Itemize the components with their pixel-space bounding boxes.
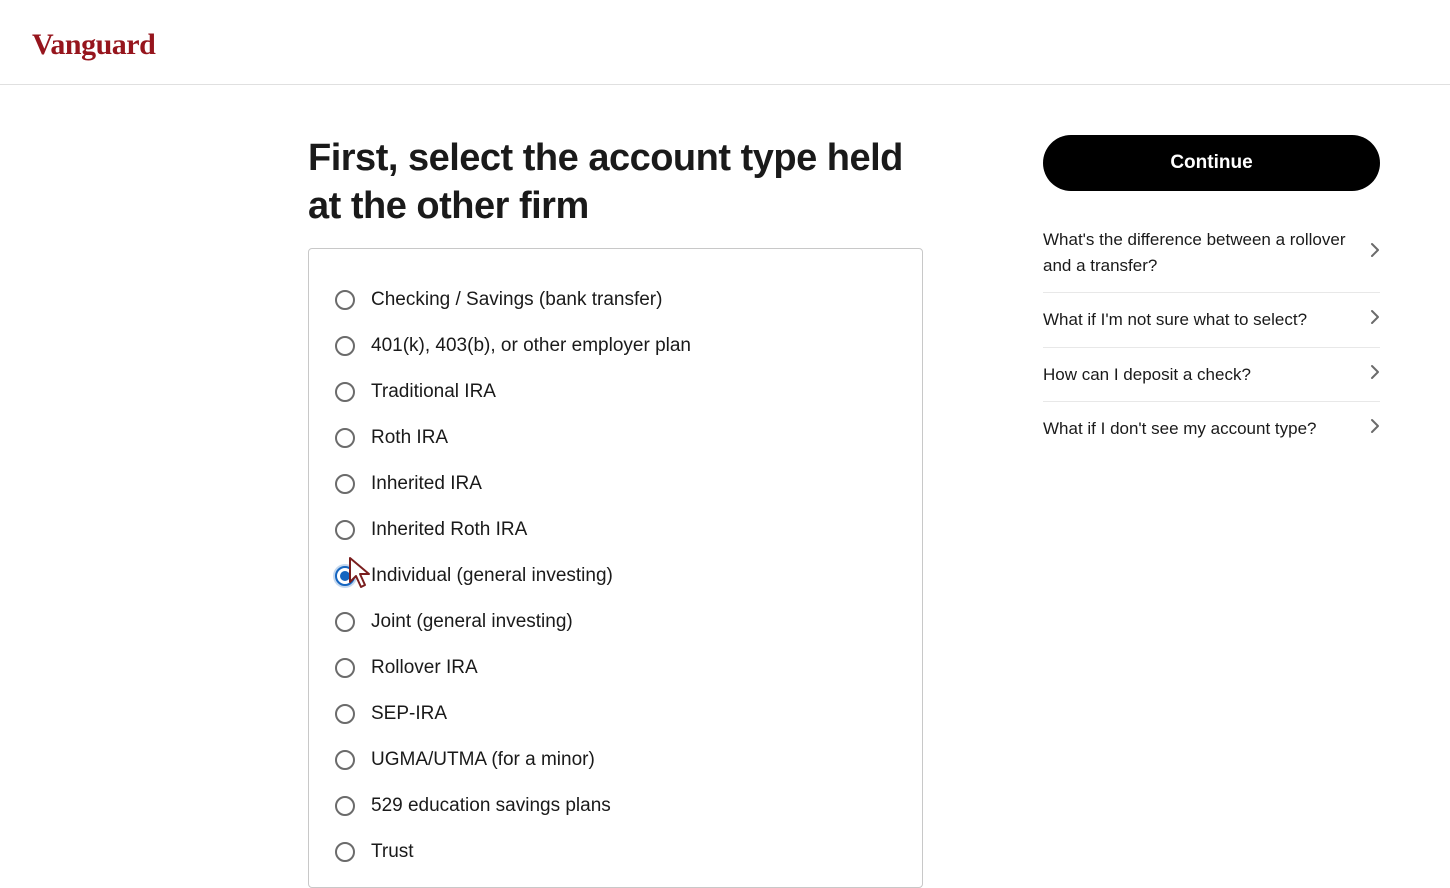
vanguard-logo: Vanguard: [32, 28, 1418, 62]
faq-item[interactable]: How can I deposit a check?: [1043, 348, 1380, 403]
radio-icon[interactable]: [335, 612, 355, 632]
sidebar: Continue What's the difference between a…: [1043, 135, 1380, 888]
content-container: First, select the account type held at t…: [0, 85, 1450, 888]
account-type-label: Inherited IRA: [371, 473, 482, 495]
account-type-option[interactable]: Inherited IRA: [335, 461, 896, 507]
account-type-label: Traditional IRA: [371, 381, 496, 403]
page-header: Vanguard: [0, 0, 1450, 85]
faq-text: How can I deposit a check?: [1043, 362, 1269, 388]
account-type-option[interactable]: 401(k), 403(b), or other employer plan: [335, 323, 896, 369]
account-type-option[interactable]: Checking / Savings (bank transfer): [335, 277, 896, 323]
account-type-label: Individual (general investing): [371, 565, 613, 587]
radio-icon[interactable]: [335, 566, 355, 586]
account-type-label: Roth IRA: [371, 427, 448, 449]
chevron-right-icon: [1370, 309, 1380, 330]
faq-text: What's the difference between a rollover…: [1043, 227, 1370, 278]
radio-icon[interactable]: [335, 704, 355, 724]
faq-item[interactable]: What if I'm not sure what to select?: [1043, 293, 1380, 348]
radio-icon[interactable]: [335, 750, 355, 770]
account-type-option[interactable]: Individual (general investing): [335, 553, 896, 599]
radio-icon[interactable]: [335, 382, 355, 402]
account-type-label: Rollover IRA: [371, 657, 478, 679]
account-type-option[interactable]: 529 education savings plans: [335, 783, 896, 829]
chevron-right-icon: [1370, 418, 1380, 439]
radio-icon[interactable]: [335, 428, 355, 448]
faq-item[interactable]: What's the difference between a rollover…: [1043, 213, 1380, 293]
faq-list: What's the difference between a rollover…: [1043, 213, 1380, 456]
radio-icon[interactable]: [335, 796, 355, 816]
faq-item[interactable]: What if I don't see my account type?: [1043, 402, 1380, 456]
account-type-label: 529 education savings plans: [371, 795, 611, 817]
radio-icon[interactable]: [335, 336, 355, 356]
account-type-option[interactable]: Roth IRA: [335, 415, 896, 461]
account-type-label: 401(k), 403(b), or other employer plan: [371, 335, 691, 357]
account-type-label: UGMA/UTMA (for a minor): [371, 749, 595, 771]
chevron-right-icon: [1370, 364, 1380, 385]
account-type-option[interactable]: UGMA/UTMA (for a minor): [335, 737, 896, 783]
page-title: First, select the account type held at t…: [308, 135, 923, 230]
account-type-panel: Checking / Savings (bank transfer) 401(k)…: [308, 248, 923, 888]
account-type-label: Inherited Roth IRA: [371, 519, 527, 541]
radio-icon[interactable]: [335, 842, 355, 862]
main-content: First, select the account type held at t…: [308, 135, 923, 888]
radio-icon[interactable]: [335, 658, 355, 678]
faq-text: What if I'm not sure what to select?: [1043, 307, 1325, 333]
account-type-option[interactable]: SEP-IRA: [335, 691, 896, 737]
account-type-option[interactable]: Trust: [335, 829, 896, 875]
chevron-right-icon: [1370, 242, 1380, 263]
account-type-option[interactable]: Rollover IRA: [335, 645, 896, 691]
radio-icon[interactable]: [335, 474, 355, 494]
account-type-label: Trust: [371, 841, 414, 863]
radio-icon[interactable]: [335, 520, 355, 540]
account-type-option[interactable]: Traditional IRA: [335, 369, 896, 415]
account-type-option[interactable]: Inherited Roth IRA: [335, 507, 896, 553]
account-type-label: Joint (general investing): [371, 611, 573, 633]
account-type-option[interactable]: Joint (general investing): [335, 599, 896, 645]
continue-button[interactable]: Continue: [1043, 135, 1380, 191]
account-type-label: SEP-IRA: [371, 703, 447, 725]
faq-text: What if I don't see my account type?: [1043, 416, 1335, 442]
radio-icon[interactable]: [335, 290, 355, 310]
account-type-label: Checking / Savings (bank transfer): [371, 289, 662, 311]
